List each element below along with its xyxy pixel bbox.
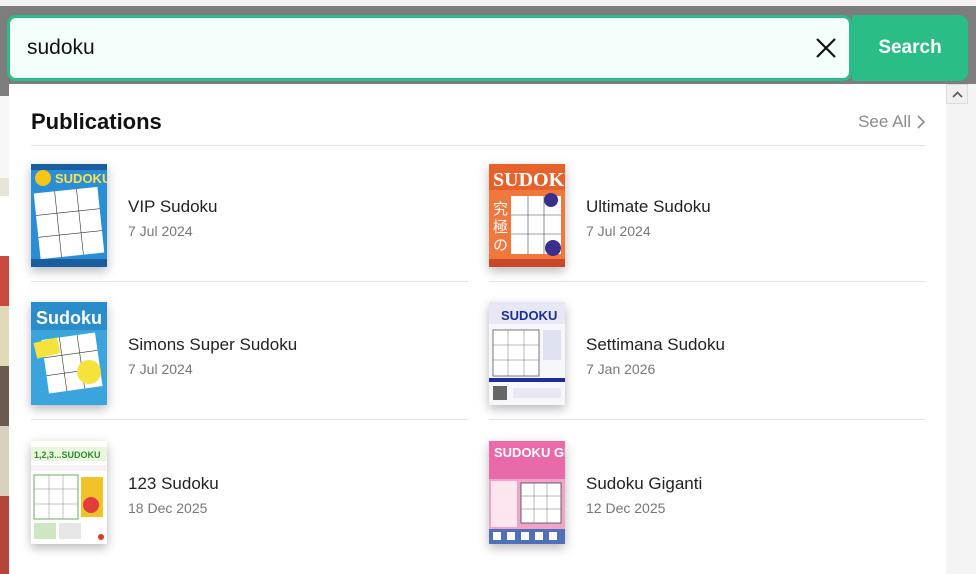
scroll-up-button[interactable] xyxy=(946,84,968,104)
publication-title[interactable]: Simons Super Sudoku xyxy=(128,335,297,355)
publication-date: 7 Jan 2026 xyxy=(586,361,656,377)
cover-text: SUDOKU xyxy=(501,308,557,323)
publication-date: 18 Dec 2025 xyxy=(128,500,208,516)
publication-date: 7 Jul 2024 xyxy=(586,223,651,239)
search-button[interactable]: Search xyxy=(852,15,968,81)
publication-cover[interactable]: SUDOKU xyxy=(31,164,107,267)
publication-item[interactable]: SUDOKU GIGANTI Sudoku Giganti 12 Dec 202… xyxy=(489,423,926,544)
item-divider xyxy=(489,281,926,282)
search-input[interactable] xyxy=(24,32,787,64)
item-divider xyxy=(489,419,926,420)
chevron-up-icon xyxy=(951,90,963,98)
see-all-label: See All xyxy=(858,112,911,131)
top-band xyxy=(0,0,976,6)
see-all-link[interactable]: See All xyxy=(858,112,925,132)
cover-text: SUDOKU xyxy=(55,171,107,186)
publication-cover[interactable]: Sudoku xyxy=(31,302,107,405)
publication-item[interactable]: Sudoku Simons Super Sudoku 7 Jul 2024 xyxy=(31,284,468,420)
publication-title[interactable]: 123 Sudoku xyxy=(128,474,219,494)
chevron-right-icon xyxy=(917,115,925,129)
publication-item[interactable]: SUDOKU VIP Sudoku 7 Jul 2024 xyxy=(31,146,468,282)
publication-item[interactable]: SUDOKU 究 極 の Ultimate Sudoku 7 Jul 2024 xyxy=(489,146,926,282)
publication-item[interactable]: SUDOKU Settimana Sudoku 7 Jan 2026 xyxy=(489,284,926,420)
section-heading: Publications xyxy=(31,109,162,134)
publication-date: 12 Dec 2025 xyxy=(586,500,666,516)
close-icon xyxy=(816,38,836,58)
cover-text: 1,2,3...SUDOKU xyxy=(34,450,101,460)
background-right-strip xyxy=(946,84,976,574)
publication-title[interactable]: Sudoku Giganti xyxy=(586,474,702,494)
publication-date: 7 Jul 2024 xyxy=(128,223,193,239)
publication-title[interactable]: Settimana Sudoku xyxy=(586,335,725,355)
search-box xyxy=(7,15,852,81)
svg-text:極: 極 xyxy=(493,218,508,236)
svg-text:の: の xyxy=(493,236,508,254)
cover-text: SUDOKU GIGANTI xyxy=(494,445,565,460)
cover-text: SUDOKU xyxy=(493,169,565,191)
publication-title[interactable]: VIP Sudoku xyxy=(128,197,217,217)
item-divider xyxy=(31,281,468,282)
publication-cover[interactable]: SUDOKU 究 極 の xyxy=(489,164,565,267)
svg-text:究: 究 xyxy=(493,200,508,218)
publication-date: 7 Jul 2024 xyxy=(128,361,193,377)
publication-title[interactable]: Ultimate Sudoku xyxy=(586,197,711,217)
item-divider xyxy=(31,419,468,420)
cover-text: Sudoku xyxy=(36,308,102,328)
publication-cover[interactable]: SUDOKU GIGANTI xyxy=(489,441,565,544)
publication-cover[interactable]: 1,2,3...SUDOKU xyxy=(31,441,107,544)
search-results-panel: Publications See All SUDOKU VIP Sudoku 7… xyxy=(9,84,946,574)
clear-search-button[interactable] xyxy=(813,35,839,61)
publication-item[interactable]: 1,2,3...SUDOKU 123 Sudoku 18 Dec 2025 xyxy=(31,423,468,544)
publication-cover[interactable]: SUDOKU xyxy=(489,302,565,405)
